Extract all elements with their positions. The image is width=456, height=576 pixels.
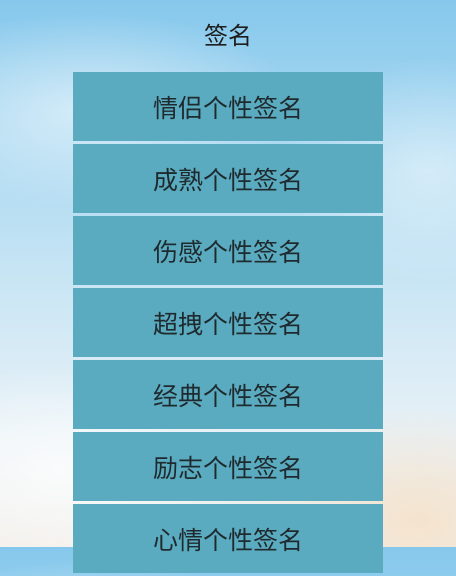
menu-item-inspirational[interactable]: 励志个性签名: [73, 432, 383, 501]
signature-category-list: 情侣个性签名 成熟个性签名 伤感个性签名 超拽个性签名 经典个性签名 励志个性签…: [73, 72, 383, 576]
menu-item-cool[interactable]: 超拽个性签名: [73, 288, 383, 357]
page-title: 签名: [204, 22, 252, 50]
menu-item-classic[interactable]: 经典个性签名: [73, 360, 383, 429]
menu-item-couple[interactable]: 情侣个性签名: [73, 72, 383, 141]
menu-item-sad[interactable]: 伤感个性签名: [73, 216, 383, 285]
menu-item-mood[interactable]: 心情个性签名: [73, 504, 383, 573]
menu-item-mature[interactable]: 成熟个性签名: [73, 144, 383, 213]
